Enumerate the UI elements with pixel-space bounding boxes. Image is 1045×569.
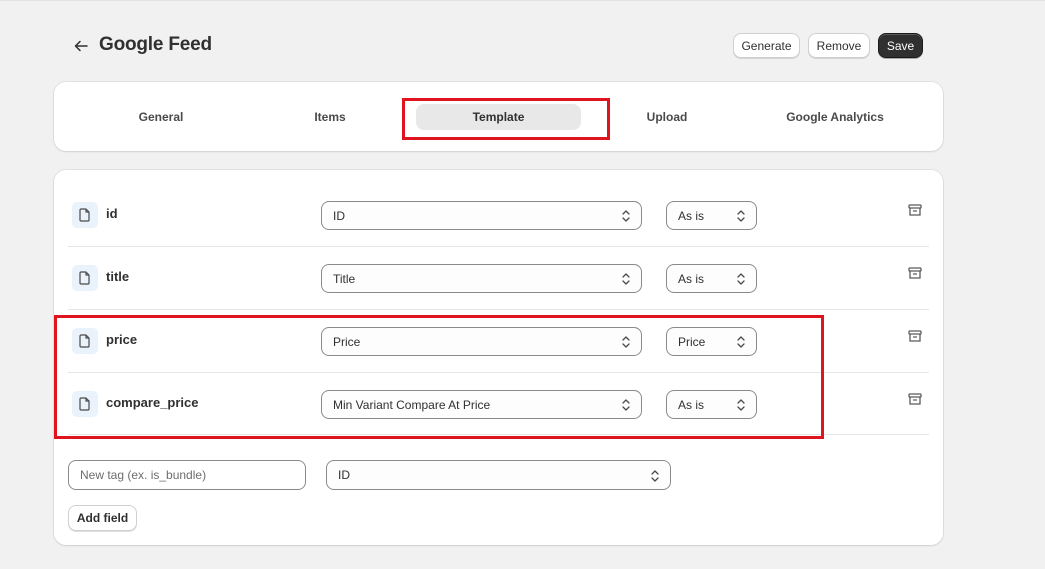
archive-icon[interactable]	[907, 202, 923, 218]
chevron-up-down-icon	[622, 336, 630, 348]
source-select[interactable]: Min Variant Compare At Price	[321, 390, 642, 419]
field-row-id: id ID As is	[68, 184, 929, 247]
field-name: price	[106, 332, 138, 347]
top-divider	[0, 0, 1045, 1]
chevron-up-down-icon	[622, 210, 630, 222]
modifier-select[interactable]: Price	[666, 327, 757, 356]
file-icon	[72, 391, 98, 417]
tab-google-analytics[interactable]: Google Analytics	[751, 104, 919, 130]
modifier-select[interactable]: As is	[666, 264, 757, 293]
modifier-select-value: As is	[678, 397, 705, 412]
field-row-price: price Price Price	[68, 310, 929, 373]
modifier-select-value: As is	[678, 271, 705, 286]
remove-button[interactable]: Remove	[808, 33, 870, 58]
tab-template[interactable]: Template	[416, 104, 581, 130]
archive-icon[interactable]	[907, 265, 923, 281]
source-select[interactable]: ID	[321, 201, 642, 230]
chevron-up-down-icon	[622, 399, 630, 411]
source-select[interactable]: Price	[321, 327, 642, 356]
file-icon	[72, 265, 98, 291]
row-divider	[68, 434, 929, 435]
modifier-select-value: As is	[678, 208, 705, 223]
chevron-up-down-icon	[622, 273, 630, 285]
chevron-up-down-icon	[737, 273, 745, 285]
modifier-select-value: Price	[678, 334, 706, 349]
new-tag-input[interactable]	[68, 460, 306, 490]
file-icon	[72, 328, 98, 354]
new-field-source-value: ID	[338, 468, 350, 482]
page-title: Google Feed	[99, 34, 212, 55]
save-button[interactable]: Save	[878, 33, 923, 58]
field-row-compare-price: compare_price Min Variant Compare At Pri…	[68, 373, 929, 436]
modifier-select[interactable]: As is	[666, 390, 757, 419]
archive-icon[interactable]	[907, 328, 923, 344]
source-select-value: Price	[333, 334, 361, 349]
field-name: id	[106, 206, 118, 221]
add-field-button[interactable]: Add field	[68, 505, 137, 531]
field-name: title	[106, 269, 130, 284]
fields-card: id ID As is title Title As is price Pric…	[54, 170, 943, 545]
tab-general[interactable]: General	[77, 104, 245, 130]
tabs-card: General Items Template Upload Google Ana…	[54, 82, 943, 151]
generate-button[interactable]: Generate	[733, 33, 800, 58]
source-select[interactable]: Title	[321, 264, 642, 293]
chevron-up-down-icon	[737, 399, 745, 411]
arrow-left-icon	[74, 40, 88, 52]
source-select-value: ID	[333, 208, 345, 223]
source-select-value: Title	[333, 271, 356, 286]
tab-items[interactable]: Items	[246, 104, 414, 130]
chevron-up-down-icon	[651, 470, 659, 482]
file-icon	[72, 202, 98, 228]
tab-upload[interactable]: Upload	[583, 104, 751, 130]
chevron-up-down-icon	[737, 210, 745, 222]
source-select-value: Min Variant Compare At Price	[333, 397, 491, 412]
back-button[interactable]	[70, 36, 92, 56]
page: Google Feed Generate Remove Save General…	[0, 0, 1045, 569]
field-name: compare_price	[106, 395, 199, 410]
field-row-title: title Title As is	[68, 247, 929, 310]
chevron-up-down-icon	[737, 336, 745, 348]
modifier-select[interactable]: As is	[666, 201, 757, 230]
archive-icon[interactable]	[907, 391, 923, 407]
new-field-source-select[interactable]: ID	[326, 460, 671, 490]
